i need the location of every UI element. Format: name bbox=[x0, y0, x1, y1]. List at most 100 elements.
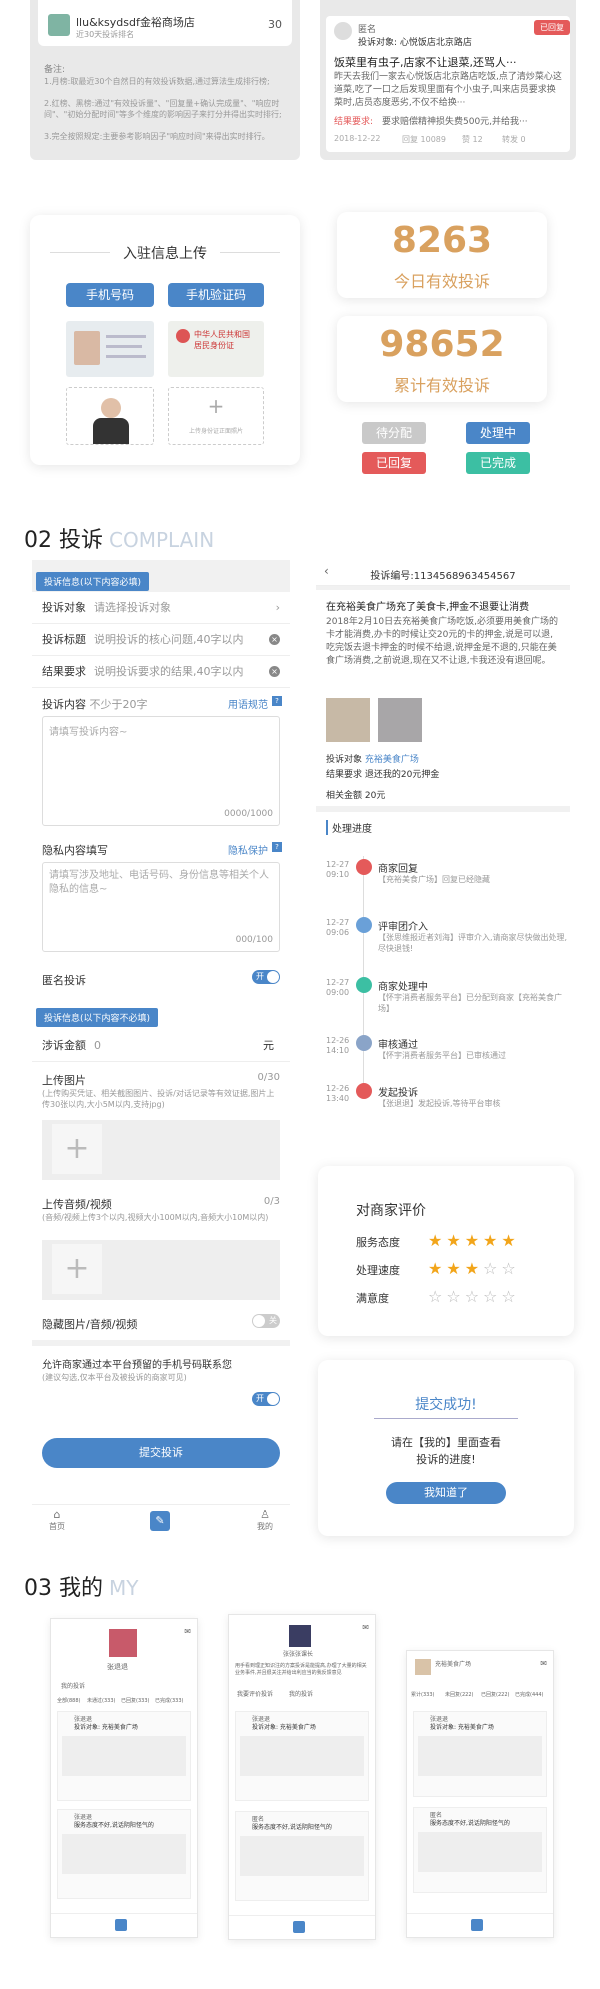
star-rating[interactable]: ★ ★ ★ ☆ ☆ bbox=[428, 1259, 520, 1278]
detail-title: 在充裕美食广场充了美食卡,押金不退要让消费 bbox=[326, 602, 530, 613]
content-count: 0000/1000 bbox=[224, 809, 273, 819]
rating-label: 服务态度 bbox=[356, 1236, 400, 1249]
avatar bbox=[415, 1659, 431, 1675]
reviewer-intro: 用手看到理正知识注的方案投诉是能提高,办理了大量的相关业务事件,并且很关注并给出… bbox=[235, 1663, 367, 1676]
star-icon[interactable]: ★ bbox=[446, 1231, 460, 1250]
allow-toggle[interactable]: 开 bbox=[252, 1392, 280, 1406]
tab-my-complaints[interactable]: 我的投诉 bbox=[289, 1691, 313, 1699]
id-front-image[interactable]: 中华人民共和国 居民身份证 bbox=[168, 321, 264, 377]
user-icon: ♙ bbox=[260, 1508, 270, 1521]
bottom-nav bbox=[51, 1913, 197, 1937]
req-row[interactable]: 结果要求 说明投诉要求的结果,40字以内 × bbox=[32, 656, 290, 688]
star-icon[interactable]: ★ bbox=[501, 1231, 515, 1250]
list-item[interactable]: 张退退 投诉对象: 充裕美食广场 bbox=[57, 1711, 191, 1801]
tag-replied: 已回复 bbox=[362, 452, 426, 474]
nav-add-icon[interactable]: ✎ bbox=[150, 1511, 170, 1531]
anon-toggle[interactable]: 开 bbox=[252, 970, 280, 984]
clear-icon[interactable]: × bbox=[269, 666, 280, 677]
success-line1: 请在【我的】里面查看 bbox=[391, 1436, 501, 1449]
star-rating[interactable]: ★ ★ ★ ★ ★ bbox=[428, 1231, 520, 1250]
star-icon[interactable]: ☆ bbox=[446, 1287, 460, 1306]
phone-button[interactable]: 手机号码 bbox=[66, 283, 154, 307]
id-back-image[interactable] bbox=[66, 321, 154, 377]
plus-icon: + bbox=[52, 1124, 102, 1174]
hide-toggle[interactable]: 关 bbox=[252, 1314, 280, 1328]
privacy-link[interactable]: 隐私保护 bbox=[228, 842, 268, 857]
privacy-textarea[interactable]: 请填写涉及地址、电话号码、身份信息等相关个人隐私的信息~ 000/100 bbox=[42, 862, 280, 952]
timeline-sub: 【张退退】发起投诉,等待平台审核 bbox=[378, 1099, 501, 1108]
shares[interactable]: 转发 0 bbox=[502, 134, 526, 145]
star-icon[interactable]: ★ bbox=[428, 1231, 442, 1250]
star-icon[interactable]: ☆ bbox=[465, 1287, 479, 1306]
nav-home[interactable]: ⌂ 首页 bbox=[42, 1508, 72, 1532]
help-icon[interactable]: ? bbox=[272, 696, 282, 706]
avatar bbox=[334, 22, 352, 40]
tab-my-complaints[interactable]: 我的投诉 bbox=[61, 1683, 85, 1691]
upload-image-hint: (上传购买凭证、相关截图图片、投诉/对话记录等有效证据,图片上传30张以内,大小… bbox=[42, 1089, 275, 1109]
complaint-body: 昨天去我们一家去心悦饭店北京路店吃饭,点了清炒菜心这道菜,吃了一口之后发现里面有… bbox=[334, 72, 562, 108]
star-icon[interactable]: ☆ bbox=[428, 1287, 442, 1306]
tab-review[interactable]: 我要评价投诉 bbox=[237, 1691, 273, 1699]
add-video-button[interactable]: + bbox=[42, 1240, 280, 1300]
stat-replied[interactable]: 已回复(222) bbox=[481, 1691, 509, 1699]
bottom-nav bbox=[229, 1915, 375, 1939]
complaint-card[interactable]: 匿名 已回复 投诉对象: 心悦饭店北京路店 饭菜里有虫子,店家不让退菜,还骂人·… bbox=[326, 16, 570, 152]
usage-rules-link[interactable]: 用语规范 bbox=[228, 696, 268, 711]
content-textarea[interactable]: 请填写投诉内容~ 0000/1000 bbox=[42, 716, 280, 826]
upload-video-hint: (音频/视频上传3个以内,视频大小100M以内,音频大小10M以内) bbox=[42, 1213, 269, 1222]
target-row[interactable]: 投诉对象 请选择投诉对象 › bbox=[32, 592, 290, 624]
mail-icon[interactable]: ✉ bbox=[540, 1659, 547, 1668]
content-label: 投诉内容 不少于20字 bbox=[42, 698, 148, 711]
tag-processing: 处理中 bbox=[466, 422, 530, 444]
list-item[interactable]: 张退退 服务态度不好,说话阴阳怪气的 bbox=[57, 1809, 191, 1899]
star-icon[interactable]: ☆ bbox=[501, 1259, 515, 1278]
evidence-image-1[interactable] bbox=[326, 698, 370, 742]
privacy-count: 000/100 bbox=[235, 935, 273, 945]
filter-replied[interactable]: 已回复(333) bbox=[121, 1697, 149, 1705]
clear-icon[interactable]: × bbox=[269, 634, 280, 645]
star-icon[interactable]: ★ bbox=[465, 1259, 479, 1278]
note-1: 1.月榜:取最近30个自然日的有效投诉数据,通过算法生成排行榜; bbox=[44, 77, 270, 86]
mail-icon[interactable]: ✉ bbox=[362, 1623, 369, 1632]
amount-row[interactable]: 涉诉金额 0 元 bbox=[32, 1030, 290, 1062]
nav-mine[interactable]: ♙ 我的 bbox=[250, 1508, 280, 1532]
likes[interactable]: 赞 12 bbox=[462, 134, 483, 145]
stat-done[interactable]: 已完成(444) bbox=[515, 1691, 543, 1699]
code-button[interactable]: 手机验证码 bbox=[168, 283, 264, 307]
filter-rejected[interactable]: 未通过(333) bbox=[87, 1697, 115, 1705]
evidence-image-2[interactable] bbox=[378, 698, 422, 742]
help-icon[interactable]: ? bbox=[272, 842, 282, 852]
mail-icon[interactable]: ✉ bbox=[184, 1627, 191, 1636]
got-it-button[interactable]: 我知道了 bbox=[386, 1482, 506, 1504]
stat-unreplied[interactable]: 未回复(222) bbox=[445, 1691, 473, 1699]
star-icon[interactable]: ★ bbox=[446, 1259, 460, 1278]
star-icon[interactable]: ☆ bbox=[483, 1259, 497, 1278]
store-name: llu&ksydsdf金裕商场店 bbox=[76, 16, 195, 29]
timeline-sub: 【怀宇消费者服务平台】已审核通过 bbox=[378, 1051, 506, 1060]
star-icon[interactable]: ☆ bbox=[483, 1287, 497, 1306]
submit-button[interactable]: 提交投诉 bbox=[42, 1438, 280, 1468]
list-item[interactable]: 匿名 服务态度不好,说话阴阳怪气的 bbox=[413, 1807, 547, 1893]
star-icon[interactable]: ★ bbox=[465, 1231, 479, 1250]
store-rank-row[interactable]: llu&ksydsdf金裕商场店 近30天投诉排名 30 bbox=[38, 0, 292, 46]
progress-title: 处理进度 bbox=[326, 820, 372, 835]
star-icon[interactable]: ☆ bbox=[501, 1287, 515, 1306]
hide-label: 隐藏图片/音频/视频 bbox=[42, 1318, 138, 1331]
target-line: 投诉对象 充裕美食广场 bbox=[326, 755, 419, 765]
star-icon[interactable]: ★ bbox=[483, 1231, 497, 1250]
star-icon[interactable]: ★ bbox=[428, 1259, 442, 1278]
filter-done[interactable]: 已完成(333) bbox=[155, 1697, 183, 1705]
bottom-nav: ⌂ 首页 ✎ ♙ 我的 bbox=[32, 1504, 290, 1540]
title-row[interactable]: 投诉标题 说明投诉的核心问题,40字以内 × bbox=[32, 624, 290, 656]
star-rating[interactable]: ☆ ☆ ☆ ☆ ☆ bbox=[428, 1287, 520, 1306]
add-photo-slot[interactable]: + 上传身份证正面照片 bbox=[168, 387, 264, 445]
list-item[interactable]: 匿名 服务态度不好,说话阴阳怪气的 bbox=[235, 1811, 369, 1901]
stat-total[interactable]: 累计(333) bbox=[411, 1691, 434, 1699]
filter-all[interactable]: 全部(888) bbox=[57, 1697, 80, 1705]
list-item[interactable]: 张退退 投诉对象: 充裕美食广场 bbox=[413, 1711, 547, 1797]
rating-label: 满意度 bbox=[356, 1292, 389, 1305]
portrait-slot[interactable] bbox=[66, 387, 154, 445]
list-item[interactable]: 张退退 投诉对象: 充裕美食广场 bbox=[235, 1711, 369, 1801]
complaint-detail-screen: ‹ 投诉编号:1134568963454567 在充裕美食广场充了美食卡,押金不… bbox=[316, 560, 570, 1140]
add-image-button[interactable]: + bbox=[42, 1120, 280, 1180]
